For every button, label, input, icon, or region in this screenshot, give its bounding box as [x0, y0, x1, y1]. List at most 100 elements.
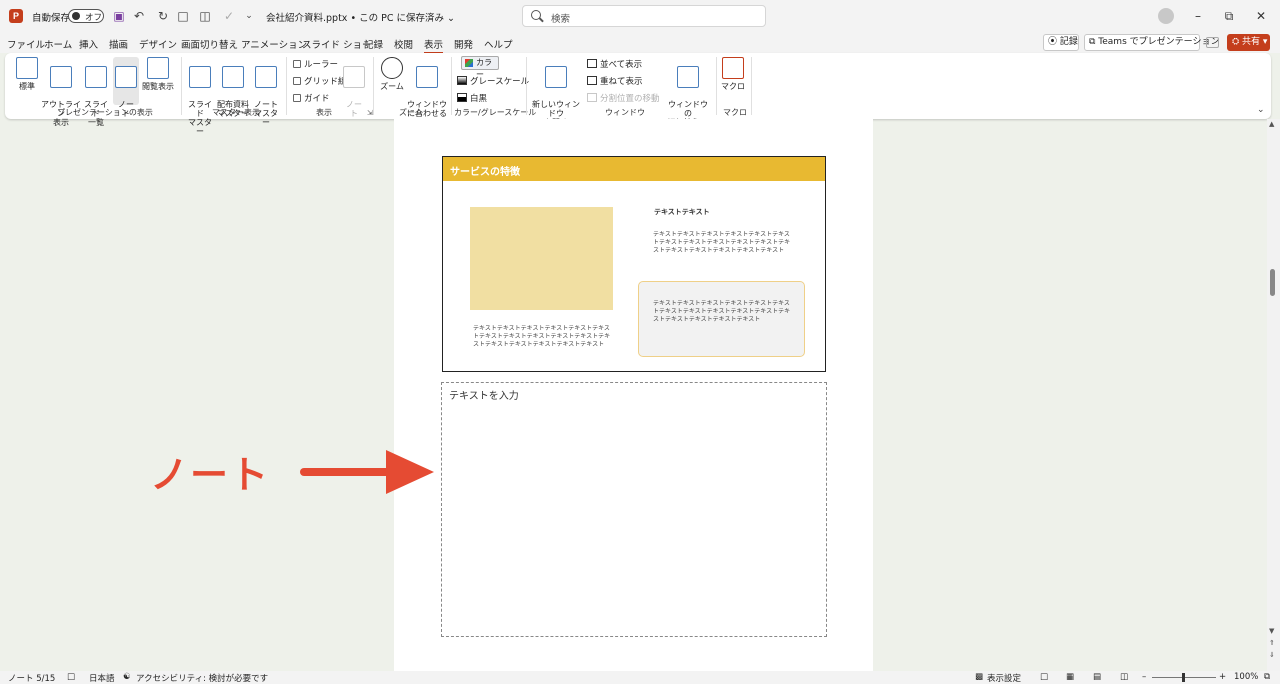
- guides-label: ガイド: [304, 94, 330, 104]
- notes-toggle-button[interactable]: ノー ト: [343, 57, 365, 118]
- restore-icon[interactable]: ⧉: [1219, 6, 1239, 26]
- scroll-up-icon[interactable]: ▲: [1269, 120, 1274, 128]
- scroll-thumb[interactable]: [1270, 269, 1275, 296]
- ruler-checkbox[interactable]: ルーラー: [293, 58, 338, 70]
- switch-windows-button[interactable]: ウィンドウの 切り替え ⌄: [667, 57, 709, 127]
- share-button[interactable]: ⛭ 共有 ▾: [1227, 34, 1270, 51]
- notes-icon: [343, 66, 365, 88]
- notes-page-button[interactable]: ノー ト: [113, 57, 139, 118]
- record-button[interactable]: ⦿ 記録: [1043, 34, 1079, 51]
- master-views-group-label: マスター表示: [212, 108, 260, 117]
- display-settings-icon[interactable]: ▩: [975, 672, 983, 682]
- arrange-all-icon: [587, 59, 597, 68]
- undo-icon[interactable]: ↶: [132, 9, 146, 23]
- tab-file[interactable]: ファイル: [7, 37, 45, 51]
- layout-icon[interactable]: ◫: [198, 9, 212, 23]
- close-icon[interactable]: ✕: [1251, 6, 1271, 26]
- slide-title: サービスの特徴: [450, 167, 520, 178]
- reading-view-icon: [147, 57, 169, 79]
- cascade-label: 重ねて表示: [600, 77, 643, 87]
- cascade-button[interactable]: 重ねて表示: [587, 75, 643, 87]
- title-bar: P 自動保存 オフ ▣ ↶ ↻ □ ◫ ✓ ⌄ 会社紹介資料.pptx • この…: [0, 0, 1280, 33]
- slide-sorter-icon: [85, 66, 107, 88]
- previous-slide-icon[interactable]: ⇑: [1269, 639, 1275, 647]
- slide-header-bar: サービスの特徴: [443, 157, 825, 181]
- spelling-status-icon[interactable]: □: [67, 672, 75, 682]
- black-white-label: 白黒: [470, 94, 488, 104]
- macros-button[interactable]: マクロ: [721, 57, 745, 91]
- tab-animations[interactable]: アニメーション: [241, 37, 307, 51]
- more-icon[interactable]: ⌄: [242, 9, 256, 23]
- zoom-in-icon[interactable]: +: [1219, 672, 1226, 682]
- move-split-icon: [587, 93, 597, 102]
- tab-slideshow[interactable]: スライド ショー: [302, 37, 372, 51]
- checkbox-icon: [293, 60, 301, 68]
- redo-icon[interactable]: ↻: [156, 9, 170, 23]
- new-window-button[interactable]: 新しいウィンドウ を開く: [529, 57, 583, 127]
- user-avatar-icon[interactable]: [1158, 8, 1174, 24]
- tab-help[interactable]: ヘルプ: [484, 37, 513, 51]
- slide-master-icon: [189, 66, 211, 88]
- zoom-button[interactable]: ズーム: [377, 57, 407, 91]
- minimize-icon[interactable]: –: [1188, 6, 1208, 26]
- tab-view[interactable]: 表示: [424, 37, 444, 54]
- save-icon[interactable]: ▣: [112, 9, 126, 23]
- scroll-down-icon[interactable]: ▼: [1269, 627, 1274, 635]
- presenter-icon[interactable]: □: [176, 9, 190, 23]
- zoom-level[interactable]: 100%: [1234, 672, 1258, 682]
- comment-icon[interactable]: [1206, 37, 1219, 48]
- grayscale-button[interactable]: グレースケール: [457, 75, 529, 87]
- notes-toggle-label: ノー ト: [346, 100, 362, 118]
- teams-present-button[interactable]: ⧉ Teams でプレゼンテーション: [1084, 34, 1219, 51]
- search-icon: [531, 10, 541, 20]
- dialog-launcher-icon[interactable]: ⇲: [367, 109, 373, 117]
- slide-master-button[interactable]: スライド マスター: [185, 57, 215, 136]
- reading-view-status-icon[interactable]: ▤: [1093, 672, 1101, 682]
- guides-checkbox[interactable]: ガイド: [293, 92, 330, 104]
- arrange-all-button[interactable]: 並べて表示: [587, 58, 642, 70]
- zoom-out-icon[interactable]: –: [1142, 672, 1146, 682]
- tab-home[interactable]: ホーム: [44, 37, 72, 51]
- language-status[interactable]: 日本語: [89, 672, 115, 684]
- autosave-toggle[interactable]: オフ: [68, 9, 104, 23]
- ribbon-separator: [181, 57, 182, 115]
- slide-image-placeholder: [470, 207, 613, 310]
- tab-review[interactable]: 校閲: [394, 37, 413, 51]
- sorter-view-status-icon[interactable]: ▦: [1066, 672, 1074, 682]
- search-placeholder: 検索: [551, 14, 571, 25]
- normal-view-button[interactable]: 標準: [13, 57, 41, 91]
- next-slide-icon[interactable]: ⇓: [1269, 651, 1275, 659]
- tab-insert[interactable]: 挿入: [79, 37, 98, 51]
- notes-text-box[interactable]: テキストを入力: [441, 382, 827, 637]
- tab-developer[interactable]: 開発: [454, 37, 473, 51]
- slideshow-status-icon[interactable]: ◫: [1120, 672, 1128, 682]
- switch-windows-icon: [677, 66, 699, 88]
- chevron-down-icon[interactable]: ⌄: [1257, 105, 1265, 115]
- document-title[interactable]: 会社紹介資料.pptx • この PC に保存済み ⌄: [266, 10, 455, 24]
- black-white-button[interactable]: 白黒: [457, 92, 487, 104]
- search-box[interactable]: 検索: [522, 5, 766, 27]
- accessibility-icon[interactable]: ☯: [123, 672, 131, 682]
- vertical-scrollbar[interactable]: ▲ ▼ ⇑ ⇓: [1267, 119, 1280, 671]
- display-settings-button[interactable]: 表示設定: [987, 672, 1021, 684]
- fit-slide-icon[interactable]: ⧉: [1264, 672, 1270, 682]
- tab-draw[interactable]: 描画: [109, 37, 128, 51]
- tab-record[interactable]: 記録: [364, 37, 383, 51]
- color-button[interactable]: カラー: [461, 56, 499, 79]
- ribbon-separator: [451, 57, 452, 115]
- color-group-label: カラー/グレースケール: [454, 108, 537, 117]
- tab-design[interactable]: デザイン: [139, 37, 177, 51]
- accessibility-status[interactable]: アクセシビリティ: 検討が必要です: [136, 672, 268, 684]
- handout-master-icon: [222, 66, 244, 88]
- move-split-button[interactable]: 分割位置の移動: [587, 92, 660, 104]
- zoom-slider-thumb[interactable]: [1182, 673, 1185, 682]
- ribbon-separator: [286, 57, 287, 115]
- reading-view-button[interactable]: 閲覧表示: [141, 57, 175, 91]
- grayscale-icon: [457, 76, 467, 85]
- tab-transitions[interactable]: 画面切り替え: [181, 37, 238, 51]
- normal-view-icon: [16, 57, 38, 79]
- slide-thumbnail[interactable]: サービスの特徴 テキストテキスト テキストテキストテキストテキストテキストテキス…: [442, 156, 826, 372]
- gridlines-checkbox[interactable]: グリッド線: [293, 75, 347, 87]
- spelling-icon[interactable]: ✓: [222, 9, 236, 23]
- normal-view-status-icon[interactable]: □: [1040, 672, 1048, 682]
